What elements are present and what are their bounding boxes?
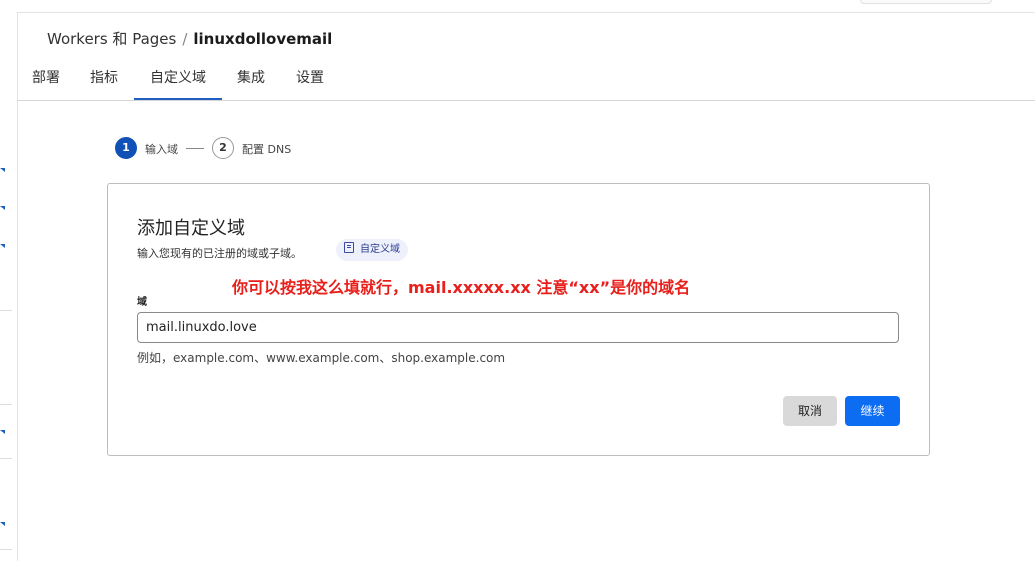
breadcrumb-parent-link[interactable]: Workers 和 Pages xyxy=(47,30,176,48)
sidebar-divider xyxy=(0,310,12,311)
breadcrumb-separator: / xyxy=(182,30,188,48)
tab-integrations[interactable]: 集成 xyxy=(222,58,280,99)
step-2-label: 配置 DNS xyxy=(242,143,292,156)
continue-button[interactable]: 继续 xyxy=(845,396,900,426)
add-custom-domain-card: 添加自定义域 输入您现有的已注册的域或子域。 自定义域 你可以按我这么填就行，m… xyxy=(107,183,930,456)
step-1-label: 输入域 xyxy=(145,143,178,156)
sidebar-divider xyxy=(0,549,12,550)
step-connector xyxy=(186,148,204,149)
sidebar-chevron-icon[interactable] xyxy=(0,206,5,210)
sidebar-divider xyxy=(0,404,12,405)
top-search-box[interactable] xyxy=(860,0,992,4)
sidebar-collapsed xyxy=(0,12,18,561)
sidebar-chevron-icon[interactable] xyxy=(0,168,5,172)
top-bar xyxy=(0,0,1035,13)
red-annotation-text: 你可以按我这么填就行，mail.xxxxx.xx 注意“xx”是你的域名 xyxy=(232,278,691,297)
tab-metrics[interactable]: 指标 xyxy=(75,58,133,99)
sidebar-chevron-icon[interactable] xyxy=(0,522,5,526)
step-1-indicator: 1 xyxy=(115,137,137,159)
tab-custom-domains[interactable]: 自定义域 xyxy=(134,58,222,100)
breadcrumb-current: linuxdollovemail xyxy=(193,30,333,48)
breadcrumb: Workers 和 Pages / linuxdollovemail xyxy=(47,28,332,49)
docs-link-label: 自定义域 xyxy=(360,244,400,255)
tab-bar: 部署 指标 自定义域 集成 设置 xyxy=(17,58,1035,101)
step-2-indicator: 2 xyxy=(212,137,234,159)
sidebar-chevron-icon[interactable] xyxy=(0,244,5,248)
domain-field-help: 例如，example.com、www.example.com、shop.exam… xyxy=(137,351,506,365)
cancel-button[interactable]: 取消 xyxy=(783,396,837,426)
domain-input[interactable]: mail.linuxdo.love xyxy=(137,312,899,343)
custom-domain-docs-link[interactable]: 自定义域 xyxy=(336,239,408,261)
tab-settings[interactable]: 设置 xyxy=(281,58,339,99)
sidebar-divider xyxy=(0,458,12,459)
tab-deployments[interactable]: 部署 xyxy=(17,58,75,99)
domain-field-label: 域 xyxy=(137,297,147,308)
sidebar-chevron-icon[interactable] xyxy=(0,430,5,434)
card-title: 添加自定义域 xyxy=(137,218,245,239)
document-icon xyxy=(344,242,354,253)
card-subtitle: 输入您现有的已注册的域或子域。 xyxy=(137,247,302,260)
